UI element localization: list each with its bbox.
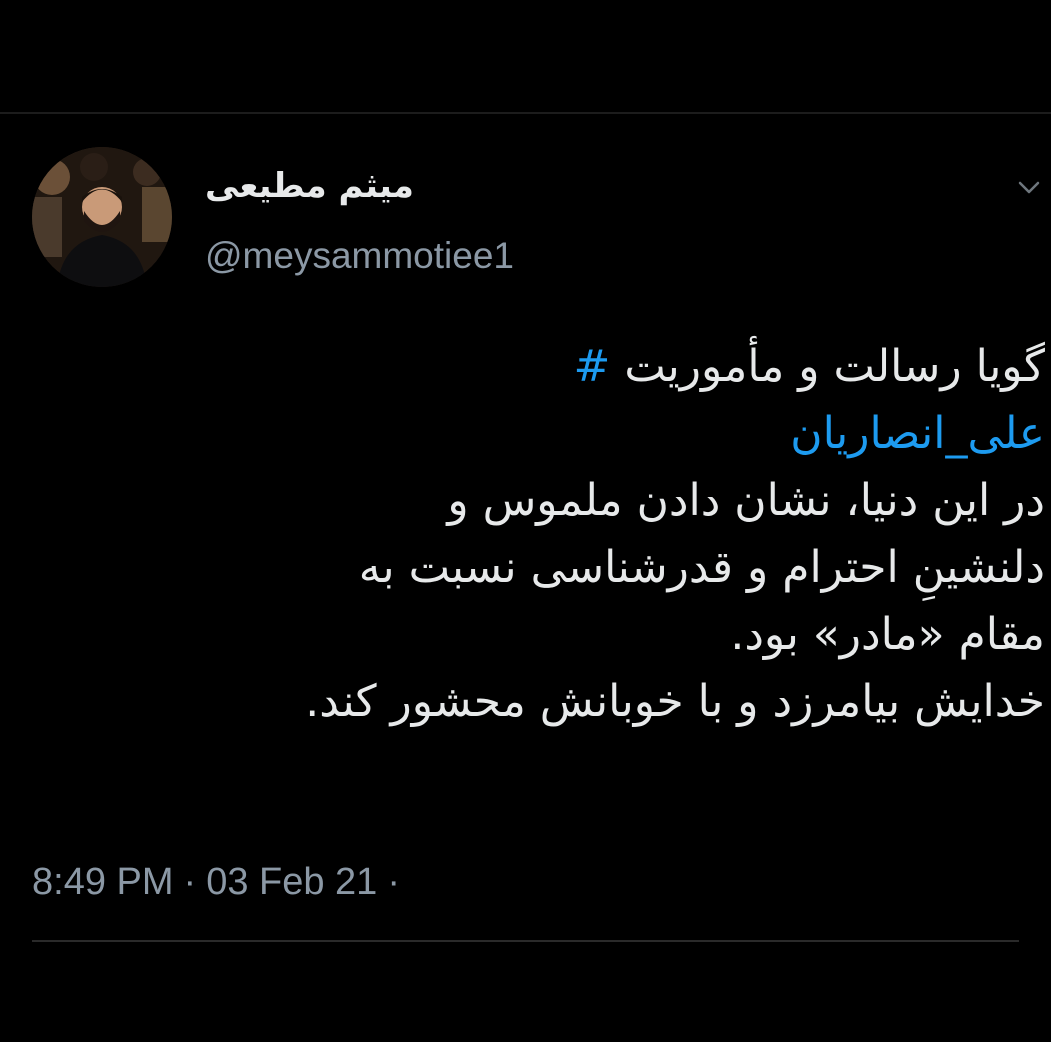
tweet-date[interactable]: 03 Feb 21 xyxy=(206,861,377,903)
top-divider xyxy=(0,112,1051,114)
username-handle[interactable]: @meysammotiee1 xyxy=(205,232,514,280)
tweet-line: مقام «مادر» بود. xyxy=(730,609,1045,660)
tweet-line: علی_انصاریان xyxy=(60,400,1045,467)
chevron-down-icon[interactable] xyxy=(1014,172,1044,202)
tweet-line: دلنشینِ احترام و قدرشناسی نسبت به xyxy=(358,542,1045,593)
display-name[interactable]: میثم مطیعی xyxy=(205,162,455,210)
hashtag-link[interactable]: # xyxy=(573,341,610,392)
hashtag-link-text[interactable]: علی_انصاریان xyxy=(790,408,1045,459)
tweet-line: گویا رسالت و مأموریت # xyxy=(60,333,1045,400)
timestamp-row: 8:49 PM · 03 Feb 21 · xyxy=(32,858,410,906)
meta-separator-trailing: · xyxy=(387,861,400,903)
bottom-divider xyxy=(32,940,1019,942)
tweet-text-segment: گویا رسالت و مأموریت xyxy=(624,341,1045,392)
tweet-line: در این دنیا، نشان دادن ملموس و xyxy=(447,475,1045,526)
hashtag-symbol: # xyxy=(573,341,611,392)
tweet-time[interactable]: 8:49 PM xyxy=(32,861,174,903)
meta-separator: · xyxy=(183,861,197,903)
avatar-photo xyxy=(32,147,172,287)
avatar[interactable] xyxy=(32,147,172,287)
tweet-text: گویا رسالت و مأموریت # علی_انصاریان در ا… xyxy=(60,333,1045,735)
tweet-line: خدایش بیامرزد و با خوبانش محشور کند. xyxy=(305,676,1045,727)
